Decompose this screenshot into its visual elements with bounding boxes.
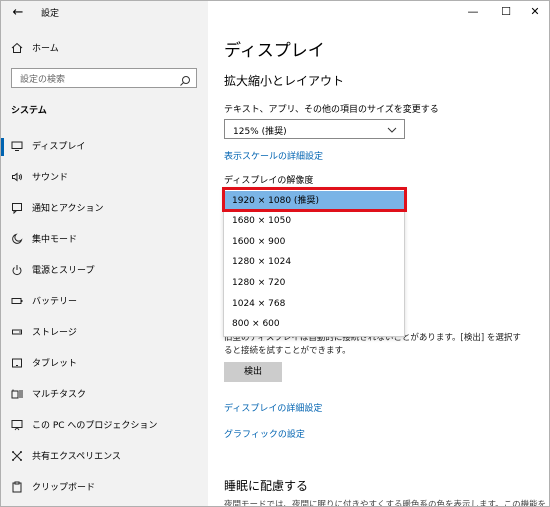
app-title: 設定: [41, 9, 60, 19]
sidebar-item-label: サウンド: [32, 173, 69, 183]
page-title: ディスプレイ: [224, 41, 325, 61]
clipboard-icon: [10, 481, 24, 495]
scale-dropdown[interactable]: 125% (推奨): [224, 119, 405, 139]
selection-highlight-box: [222, 187, 407, 212]
sidebar-item-projection[interactable]: この PC へのプロジェクション: [1, 415, 208, 437]
maximize-button[interactable]: ☐: [491, 3, 521, 21]
resolution-option[interactable]: 1280 × 1024: [224, 252, 404, 272]
search-input[interactable]: 設定の検索: [11, 68, 197, 88]
sidebar-item-clipboard[interactable]: クリップボード: [1, 477, 208, 499]
sidebar-item-label: マルチタスク: [32, 390, 87, 400]
sidebar-item-power[interactable]: 電源とスリープ: [1, 260, 208, 282]
monitor-icon: [10, 140, 24, 154]
sidebar-item-battery[interactable]: バッテリー: [1, 291, 208, 313]
notification-icon: [10, 202, 24, 216]
sidebar-item-label: この PC へのプロジェクション: [32, 421, 158, 431]
sidebar-item-label: 共有エクスペリエンス: [32, 452, 121, 462]
advanced-display-link[interactable]: ディスプレイの詳細設定: [224, 401, 322, 414]
scale-label: テキスト、アプリ、その他の項目のサイズを変更する: [224, 105, 439, 115]
sidebar-item-sound[interactable]: サウンド: [1, 167, 208, 189]
section-system-label: システム: [11, 106, 47, 116]
sidebar-item-label: ディスプレイ: [32, 142, 86, 152]
sleep-section-heading: 睡眠に配慮する: [224, 479, 309, 493]
left-pane: ← 設定 ホーム 設定の検索 システム ディスプレイ サウンド 通知とアクション…: [1, 1, 208, 506]
sidebar-item-tablet[interactable]: タブレット: [1, 353, 208, 375]
search-placeholder: 設定の検索: [20, 75, 66, 85]
resolution-label: ディスプレイの解像度: [224, 176, 314, 186]
resolution-option[interactable]: 1680 × 1050: [224, 211, 404, 231]
sidebar-item-label: 電源とスリープ: [32, 266, 95, 276]
battery-icon: [10, 295, 24, 309]
chevron-down-icon: [386, 122, 398, 136]
sidebar-item-storage[interactable]: ストレージ: [1, 322, 208, 344]
resolution-option[interactable]: 800 × 600: [224, 314, 404, 334]
speaker-icon: [10, 171, 24, 185]
sidebar-item-label: 通知とアクション: [32, 204, 104, 214]
share-icon: [10, 450, 24, 464]
sidebar-item-focus[interactable]: 集中モード: [1, 229, 208, 251]
sidebar-item-multitask[interactable]: マルチタスク: [1, 384, 208, 406]
sidebar-item-label: クリップボード: [32, 483, 96, 493]
sidebar-item-label: 集中モード: [32, 235, 78, 245]
back-arrow-icon[interactable]: ←: [9, 4, 27, 22]
projection-icon: [10, 419, 24, 433]
advanced-scale-link[interactable]: 表示スケールの詳細設定: [224, 149, 323, 162]
power-icon: [10, 264, 24, 278]
tablet-icon: [10, 357, 24, 371]
sleep-description: 夜間モードでは、夜間に眠りに付きやすくする暖色系の色を表示します。この機能を: [224, 500, 547, 507]
sidebar-item-label: タブレット: [32, 359, 78, 369]
sidebar-item-display[interactable]: ディスプレイ: [1, 136, 208, 158]
search-icon: [179, 72, 191, 86]
resolution-option[interactable]: 1024 × 768: [224, 294, 404, 314]
resolution-option[interactable]: 1600 × 900: [224, 232, 404, 252]
sidebar-item-shared[interactable]: 共有エクスペリエンス: [1, 446, 208, 468]
resolution-option[interactable]: 1280 × 720: [224, 273, 404, 293]
settings-window: ← 設定 ホーム 設定の検索 システム ディスプレイ サウンド 通知とアクション…: [0, 0, 550, 507]
storage-icon: [10, 326, 24, 340]
nav-home[interactable]: ホーム: [1, 38, 208, 60]
titlebar-left: ← 設定: [1, 1, 208, 25]
scale-section-heading: 拡大縮小とレイアウト: [224, 74, 345, 88]
close-button[interactable]: ✕: [520, 3, 549, 21]
sidebar-item-label: バッテリー: [32, 297, 78, 307]
sidebar-item-notifications[interactable]: 通知とアクション: [1, 198, 208, 220]
detect-button[interactable]: 検出: [224, 362, 282, 382]
moon-icon: [10, 233, 24, 247]
scale-dropdown-value: 125% (推奨): [233, 127, 287, 137]
graphics-settings-link[interactable]: グラフィックの設定: [224, 427, 305, 440]
home-icon: [10, 42, 24, 56]
multitask-icon: [10, 388, 24, 402]
minimize-button[interactable]: —: [458, 3, 488, 21]
nav-home-label: ホーム: [32, 44, 59, 54]
sidebar-item-label: ストレージ: [32, 328, 77, 338]
